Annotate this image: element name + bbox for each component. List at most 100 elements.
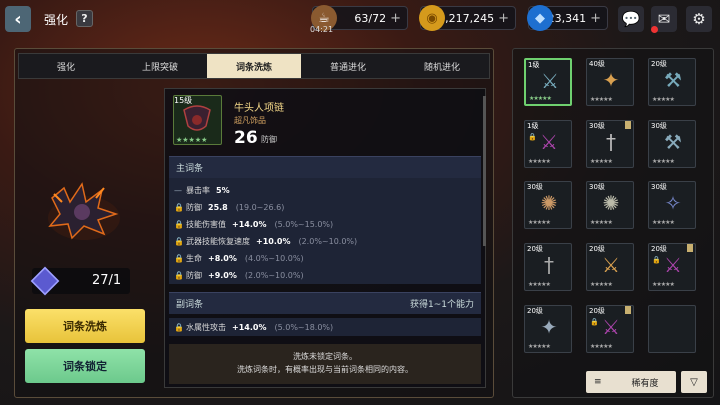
inventory-slot[interactable]: 30级 † ★★★★★ [586,120,634,168]
filter-button[interactable]: ▽ [681,371,707,393]
gold-value: 2,217,245 [438,11,495,25]
slot-stars: ★★★★★ [590,158,613,165]
notice-box: 洗炼未锁定词条。 洗炼词条时，有概率出现与当前词条相同的内容。 [169,344,481,384]
weapon-icon: ⚔ [602,253,620,277]
stat-name: 防御 [186,202,202,212]
stat-name: 防御 [186,270,202,280]
lock-icon[interactable]: 🔒 [174,271,186,280]
inventory-slot[interactable]: 30级 ✧ ★★★★★ [648,181,696,229]
notice-line-1: 洗炼未锁定词条。 [293,352,357,361]
inventory-slot[interactable]: 20级 † ★★★★★ [524,243,572,291]
back-button[interactable]: ‹ [5,6,31,32]
add-gem-button[interactable]: + [590,11,601,26]
sub-stats-title: 副词条 [176,300,204,310]
inventory-slot[interactable]: 30级 ⚒ ★★★★★ [648,120,696,168]
inventory-slot[interactable]: 30级 ✺ ★★★★★ [524,181,572,229]
bookmark-icon [687,244,693,252]
stat-row[interactable]: 🔒 防御 25.8 (19.0~26.6) [169,199,481,215]
inventory-slot[interactable]: 1级 ⚔ ★★★★★ 🔒 [524,120,572,168]
inventory-slot[interactable]: 20级 ⚔ ★★★★★ 🔒 [586,305,634,353]
weapon-icon: ⚒ [664,68,682,92]
stat-value: +14.0% [232,322,267,332]
lock-icon[interactable]: 🔒 [174,203,186,212]
stat-row: — 暴击率 5% [169,182,481,198]
slot-stars: ★★★★★ [528,343,551,350]
dash-icon: — [174,185,182,195]
item-grade: 超凡饰品 [234,116,266,125]
notice-line-2: 洗炼词条时，有概率出现与当前词条相同的内容。 [237,365,413,374]
lock-icon[interactable]: 🔒 [174,237,186,246]
main-stats-title: 主词条 [176,164,204,174]
inventory-slot[interactable]: 1级 ⚔ ★★★★★ [524,58,572,106]
material-count: 27/1 [92,273,122,288]
weapon-icon: ✦ [540,315,558,339]
inventory-slot[interactable]: 20级 ⚔ ★★★★★ 🔒 [648,243,696,291]
stat-range: (4.0%~10.0%) [244,253,304,263]
gold-coin-icon: ◉ [419,5,445,31]
sort-label: 稀有度 [631,378,659,389]
item-defense-value: 26 [234,128,258,148]
stat-row[interactable]: 🔒 技能伤害值 +14.0% (5.0%~15.0%) [169,216,481,232]
inventory-slot[interactable]: 20级 ⚒ ★★★★★ [648,58,696,106]
sort-button[interactable]: ≡ 稀有度 [586,371,676,393]
weapon-icon: ⚔ [602,315,620,339]
slot-stars: ★★★★★ [652,219,675,226]
detail-scrollbar[interactable] [483,96,486,246]
tab-enhance[interactable]: 强化 [19,54,113,78]
stat-name: 水属性攻击 [186,322,226,332]
stat-row[interactable]: 🔒 水属性攻击 +14.0% (5.0%~18.0%) [169,318,481,336]
stat-range: (5.0%~15.0%) [274,219,334,229]
slot-stars: ★★★★★ [528,219,551,226]
stat-range: (2.0%~10.0%) [298,236,358,246]
lock-icon[interactable]: 🔒 [174,254,186,263]
item-name: 牛头人项链 [234,103,284,114]
lock-icon: 🔒 [590,318,599,326]
bookmark-icon [625,121,631,129]
slot-stars: ★★★★★ [652,96,675,103]
lock-icon[interactable]: 🔒 [174,220,186,229]
inventory-slot[interactable] [648,305,696,353]
lock-icon[interactable]: 🔒 [174,323,186,332]
add-stamina-button[interactable]: + [390,11,401,26]
settings-button[interactable]: ⚙ [686,6,712,32]
add-gold-button[interactable]: + [498,11,509,26]
stat-range: (5.0%~18.0%) [274,322,334,332]
stamina-timer: 04:21 [310,25,334,34]
gear-icon: ⚙ [692,10,706,28]
tab-random-evolve[interactable]: 随机进化 [395,54,489,78]
filter-icon: ▽ [690,376,698,388]
help-button[interactable]: ? [76,10,93,27]
gem-display: ◆ 23,341 + [527,5,608,31]
slot-stars: ★★★★★ [528,281,551,288]
weapon-icon: ⚔ [664,253,682,277]
chat-button[interactable]: 💬 [618,6,644,32]
weapon-icon: ⚔ [541,69,559,93]
stat-range: (2.0%~10.0%) [244,270,304,280]
item-stars: ★★★★★ [176,136,208,144]
stat-row[interactable]: 🔒 武器技能恢复速度 +10.0% (2.0%~10.0%) [169,233,481,249]
stat-row[interactable]: 🔒 生命 +8.0% (4.0%~10.0%) [169,250,481,266]
stat-name: 武器技能恢复速度 [186,236,250,246]
weapon-icon: † [544,253,554,277]
inventory-slot[interactable]: 20级 ✦ ★★★★★ [524,305,572,353]
slot-stars: ★★★★★ [590,219,613,226]
stat-name: 技能伤害值 [186,219,226,229]
tab-limit-break[interactable]: 上限突破 [113,54,207,78]
slot-stars: ★★★★★ [652,281,675,288]
stat-value: +10.0% [256,236,291,246]
sub-stats-count-text: 获得1~1个能力 [410,300,474,310]
tab-normal-evolve[interactable]: 普通进化 [301,54,395,78]
stat-row[interactable]: 🔒 防御 +9.0% (2.0%~10.0%) [169,267,481,283]
inventory-slot[interactable]: 30级 ✺ ★★★★★ [586,181,634,229]
inventory-slot[interactable]: 40级 ✦ ★★★★★ [586,58,634,106]
tab-reroll[interactable]: 词条洗炼 [207,54,301,78]
weapon-icon: ✺ [602,191,620,215]
chat-icon: 💬 [621,10,641,28]
reroll-button[interactable]: 词条洗炼 [25,309,145,343]
mail-notification-dot [651,26,658,33]
inventory-slot[interactable]: 20级 ⚔ ★★★★★ [586,243,634,291]
stat-value: +14.0% [232,219,267,229]
item-defense-label: 防御 [261,135,277,144]
lock-icon: 🔒 [652,256,661,264]
lock-stats-button[interactable]: 词条锁定 [25,349,145,383]
